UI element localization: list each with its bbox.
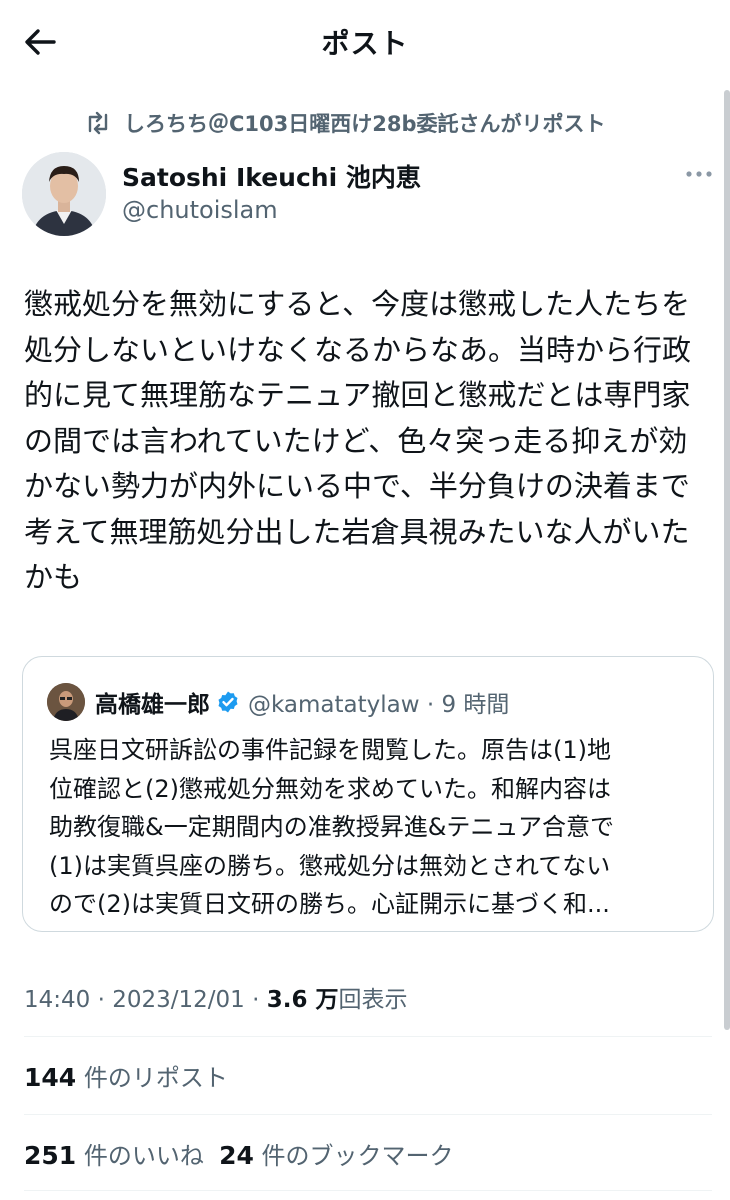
quoted-author-name: 高橋雄一郎 <box>95 692 210 718</box>
post-line: 的に見て無理筋なテニュア撤回と懲戒だとは専門家 <box>24 378 691 412</box>
post-line: 考えて無理筋処分出した岩倉具視みたいな人がいた <box>24 514 690 549</box>
bookmarks-count: 24 <box>219 1141 254 1170</box>
bookmarks-label: 件のブックマーク <box>253 1142 454 1170</box>
more-icon[interactable] <box>684 164 714 184</box>
post-line: の間では言われていたけど、色々突っ走る抑えが効 <box>24 423 688 458</box>
post-line: 処分しないといけなくなるからなあ。当時から行政 <box>24 332 692 367</box>
repost-icon <box>88 111 108 135</box>
quoted-post[interactable]: 高橋雄一郎 @kamatatylaw · 9 時間 呉座日文研訴訟の事件記録を閲… <box>22 656 714 932</box>
post-timestamp[interactable]: 14:40 · 2023/12/01 · <box>24 987 267 1013</box>
post-line: かも <box>24 560 83 594</box>
reposts-count: 144 <box>24 1063 77 1092</box>
engagement-stats: 251 件のいいね 24 件のブックマーク <box>24 1136 454 1171</box>
views-count: 3.6 万 <box>266 987 339 1013</box>
author-name[interactable]: Satoshi Ikeuchi 池内恵 <box>122 158 421 194</box>
post-line: 懲戒処分を無効にすると、今度は懲戒した人たちを <box>24 287 691 321</box>
post-text: 懲戒処分を無効にすると、今度は懲戒した人たちを 処分しないといけなくなるからなあ… <box>24 282 714 601</box>
divider <box>24 1036 712 1037</box>
quoted-post-header: 高橋雄一郎 @kamatatylaw · 9 時間 <box>47 683 509 721</box>
bookmarks-stat[interactable]: 24 件のブックマーク <box>219 1141 454 1170</box>
reposts-label: 件のリポスト <box>76 1064 228 1092</box>
quoted-handle-time: @kamatatylaw · 9 時間 <box>248 692 510 718</box>
scrollbar[interactable] <box>724 90 730 1030</box>
quoted-line: ので(2)は実質日文研の勝ち。心証開示に基づく和... <box>49 890 610 918</box>
divider <box>24 1190 712 1191</box>
likes-stat[interactable]: 251 件のいいね <box>24 1141 204 1170</box>
post-meta: 14:40 · 2023/12/01 · 3.6 万回表示 <box>24 980 407 1014</box>
quoted-line: (1)は実質呉座の勝ち。懲戒処分は無効とされてない <box>49 851 611 880</box>
reposts-stat[interactable]: 144 件のリポスト <box>24 1058 228 1093</box>
page-title: ポスト <box>321 27 409 60</box>
views-label: 回表示 <box>338 987 408 1013</box>
likes-count: 251 <box>24 1141 77 1170</box>
top-bar: ポスト <box>0 0 730 84</box>
verified-badge-icon <box>218 691 238 713</box>
quoted-line: 位確認と(2)懲戒処分無効を求めていた。和解内容は <box>49 774 611 803</box>
divider <box>24 1114 712 1115</box>
repost-banner[interactable]: しろちち＠C103日曜西け28b委託さんがリポスト <box>84 108 606 138</box>
post-line: かない勢力が内外にいる中で、半分負けの決着まで <box>24 469 690 503</box>
quoted-line: 呉座日文研訴訟の事件記録を閲覧した。原告は(1)地 <box>49 736 611 764</box>
avatar[interactable] <box>22 152 106 236</box>
likes-label: 件のいいね <box>76 1142 204 1170</box>
repost-banner-text: しろちち＠C103日曜西け28b委託さんがリポスト <box>124 112 606 136</box>
author-handle[interactable]: @chutoislam <box>122 196 278 224</box>
quoted-line: 助教復職&一定期間内の准教授昇進&テニュア合意で <box>49 813 614 841</box>
quoted-avatar <box>47 683 85 721</box>
quoted-post-text: 呉座日文研訴訟の事件記録を閲覧した。原告は(1)地 位確認と(2)懲戒処分無効を… <box>49 731 699 924</box>
